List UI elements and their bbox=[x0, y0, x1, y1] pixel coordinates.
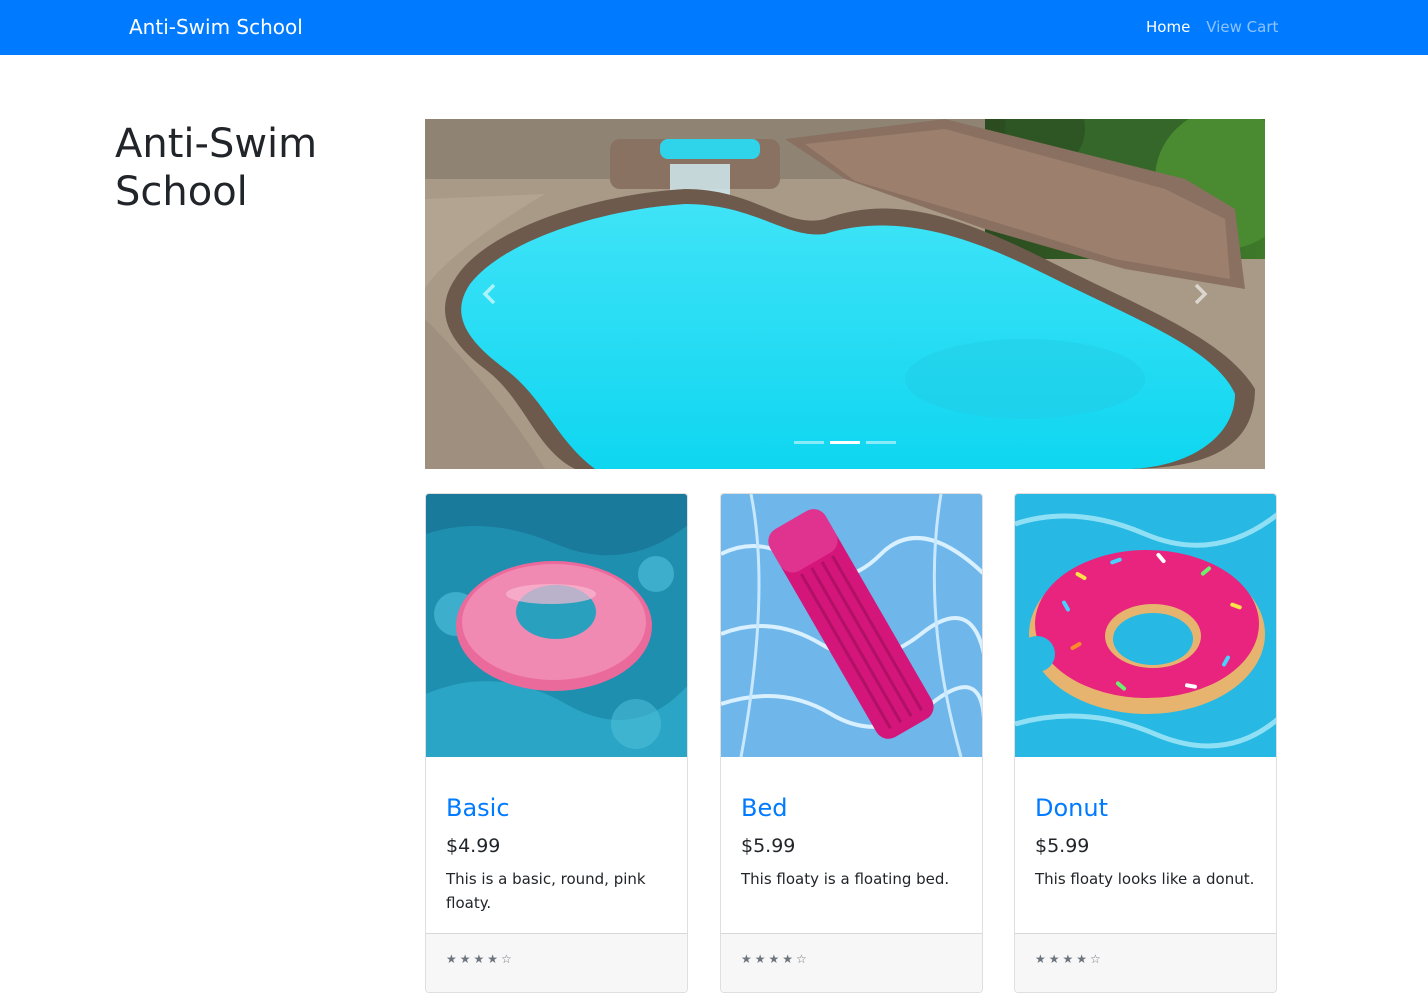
carousel-indicator-active[interactable] bbox=[830, 441, 860, 444]
carousel-indicators bbox=[425, 441, 1265, 444]
card-footer: ★★★★☆ bbox=[426, 933, 687, 992]
product-card-bed: Bed $5.99 This floaty is a floating bed.… bbox=[720, 493, 983, 993]
product-price: $5.99 bbox=[1035, 835, 1090, 857]
product-rating: ★★★★☆ bbox=[1035, 952, 1104, 966]
chevron-right-icon bbox=[1194, 283, 1208, 305]
product-description: This floaty looks like a donut. bbox=[1035, 870, 1255, 888]
product-description: This is a basic, round, pink floaty. bbox=[446, 870, 646, 912]
carousel-next-button[interactable] bbox=[1135, 119, 1265, 469]
product-description: This floaty is a floating bed. bbox=[741, 870, 950, 888]
carousel bbox=[425, 119, 1265, 469]
product-rating: ★★★★☆ bbox=[741, 952, 810, 966]
nav-link-view-cart[interactable]: View Cart bbox=[1206, 18, 1278, 36]
carousel-indicator[interactable] bbox=[794, 441, 824, 444]
nav-links: Home View Cart bbox=[1146, 18, 1278, 36]
nav-link-home[interactable]: Home bbox=[1146, 18, 1190, 36]
card-body: Basic $4.99 This is a basic, round, pink… bbox=[426, 757, 687, 935]
product-image-bed[interactable] bbox=[721, 494, 983, 757]
product-rating: ★★★★☆ bbox=[446, 952, 515, 966]
card-body: Donut $5.99 This floaty looks like a don… bbox=[1015, 757, 1276, 911]
product-card-donut: Donut $5.99 This floaty looks like a don… bbox=[1014, 493, 1277, 993]
carousel-prev-button[interactable] bbox=[425, 119, 555, 469]
product-price: $5.99 bbox=[741, 835, 796, 857]
product-image-donut[interactable] bbox=[1015, 494, 1277, 757]
page-title: Anti-Swim School bbox=[115, 121, 318, 215]
card-footer: ★★★★☆ bbox=[1015, 933, 1276, 992]
product-image-basic[interactable] bbox=[426, 494, 688, 757]
carousel-indicator[interactable] bbox=[866, 441, 896, 444]
product-price: $4.99 bbox=[446, 835, 501, 857]
navbar-brand[interactable]: Anti-Swim School bbox=[129, 15, 303, 39]
product-title[interactable]: Donut bbox=[1035, 793, 1256, 823]
chevron-left-icon bbox=[482, 283, 496, 305]
product-title[interactable]: Basic bbox=[446, 793, 667, 823]
product-title[interactable]: Bed bbox=[741, 793, 962, 823]
navbar: Anti-Swim School Home View Cart bbox=[0, 0, 1428, 55]
card-footer: ★★★★☆ bbox=[721, 933, 982, 992]
card-body: Bed $5.99 This floaty is a floating bed. bbox=[721, 757, 982, 911]
product-card-basic: Basic $4.99 This is a basic, round, pink… bbox=[425, 493, 688, 993]
